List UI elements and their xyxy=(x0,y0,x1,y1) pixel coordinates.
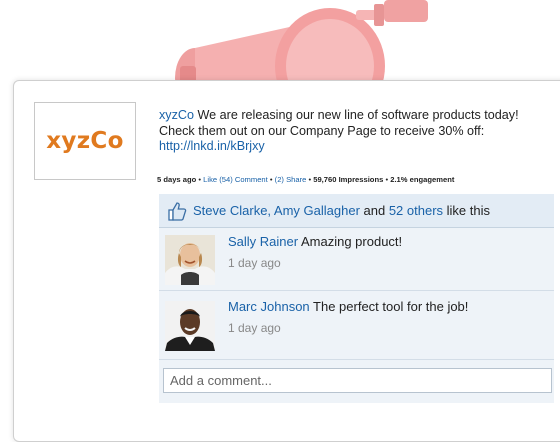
comment-author-link[interactable]: Marc Johnson xyxy=(228,299,310,314)
comment-timestamp: 1 day ago xyxy=(228,321,281,335)
post-age: 5 days ago xyxy=(157,175,197,184)
likers-others[interactable]: 52 others xyxy=(389,203,443,218)
comment-text: The perfect tool for the job! xyxy=(309,299,469,314)
comment-item: Sally Rainer Amazing product! 1 day ago xyxy=(159,228,554,291)
post-author-link[interactable]: xyzCo xyxy=(159,108,194,122)
post-body: We are releasing our new line of softwar… xyxy=(159,108,519,138)
likes-suffix: like this xyxy=(443,203,490,218)
comment-body: Marc Johnson The perfect tool for the jo… xyxy=(228,298,548,337)
company-logo[interactable]: xyzCo xyxy=(34,102,136,180)
comment-body: Sally Rainer Amazing product! 1 day ago xyxy=(228,233,548,272)
like-link[interactable]: Like (54) xyxy=(203,175,233,184)
comment-item: Marc Johnson The perfect tool for the jo… xyxy=(159,291,554,360)
likes-summary: Steve Clarke, Amy Gallagher and 52 other… xyxy=(159,194,554,228)
add-comment-input[interactable] xyxy=(163,368,552,393)
add-comment-area xyxy=(159,360,554,403)
likers-names[interactable]: Steve Clarke, Amy Gallagher xyxy=(193,203,360,218)
avatar[interactable] xyxy=(165,235,215,285)
post-meta: 5 days ago • Like (54) Comment • (2) Sha… xyxy=(157,175,455,184)
avatar[interactable] xyxy=(165,301,215,351)
post-text: xyzCo We are releasing our new line of s… xyxy=(159,108,549,155)
likes-and: and xyxy=(359,203,389,218)
thumbs-up-icon xyxy=(168,201,187,221)
post-link[interactable]: http://lnkd.in/kBrjxy xyxy=(159,139,265,153)
comment-timestamp: 1 day ago xyxy=(228,256,281,270)
share-link[interactable]: (2) Share xyxy=(275,175,307,184)
commenter-photo xyxy=(165,235,215,285)
engagement-rate: 2.1% engagement xyxy=(390,175,455,184)
commenter-photo xyxy=(165,301,215,351)
comment-text: Amazing product! xyxy=(298,234,403,249)
company-logo-text: xyzCo xyxy=(46,128,124,154)
post-card: xyzCo xyzCo We are releasing our new lin… xyxy=(13,80,560,442)
comment-author-link[interactable]: Sally Rainer xyxy=(228,234,298,249)
comment-link[interactable]: Comment xyxy=(235,175,268,184)
impressions-count: 59,760 Impressions xyxy=(313,175,384,184)
